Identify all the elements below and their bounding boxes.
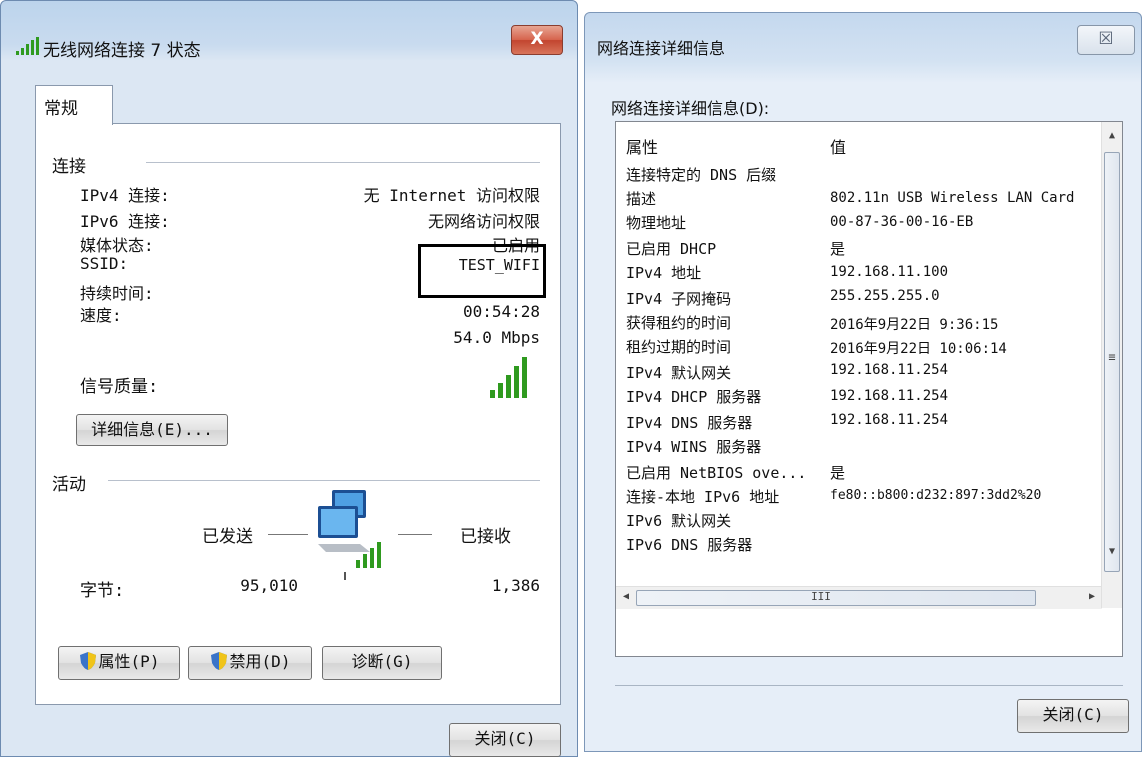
- list-item[interactable]: 租约过期的时间: [626, 336, 731, 357]
- disable-button[interactable]: 禁用(D): [188, 646, 312, 680]
- ssid-label: SSID:: [80, 254, 129, 273]
- list-item-value: 255.255.255.0: [830, 288, 940, 304]
- list-item-value: 是: [830, 464, 846, 482]
- list-item[interactable]: 获得租约的时间: [626, 312, 731, 333]
- activity-header: 活动: [52, 475, 86, 495]
- wifi-signal-icon: [15, 37, 41, 59]
- list-item-value: 00-87-36-00-16-EB: [830, 214, 974, 230]
- list-item[interactable]: IPv4 DNS 服务器: [626, 412, 752, 433]
- details-window-title: 网络连接详细信息: [597, 39, 726, 58]
- media-state-label: 媒体状态:: [80, 236, 154, 255]
- list-item-value: 2016年9月22日 9:36:15: [830, 317, 999, 333]
- vertical-scroll-grip: ≡: [1108, 350, 1116, 364]
- details-list-label: 网络连接详细信息(D):: [611, 99, 770, 118]
- horizontal-scroll-grip: III: [811, 590, 831, 603]
- list-item[interactable]: IPv4 地址: [626, 262, 701, 283]
- details-list[interactable]: 属性 值 连接特定的 DNS 后缀 描述 802.11n USB Wireles…: [615, 121, 1123, 657]
- list-item[interactable]: 连接特定的 DNS 后缀: [626, 164, 776, 185]
- scroll-up-icon[interactable]: ▲: [1102, 130, 1122, 141]
- column-header-value[interactable]: 值: [830, 134, 846, 158]
- signal-label: 信号质量:: [80, 377, 159, 397]
- window-title: 无线网络连接 7 状态: [43, 41, 201, 61]
- list-item[interactable]: IPv6 DNS 服务器: [626, 534, 752, 555]
- speed-value: 54.0 Mbps: [453, 328, 540, 347]
- list-item-value: 192.168.11.254: [830, 412, 949, 428]
- speed-label: 速度:: [80, 306, 122, 325]
- ipv4-label: IPv4 连接:: [80, 186, 170, 205]
- list-item[interactable]: 物理地址: [626, 212, 686, 233]
- scroll-down-icon[interactable]: ▼: [1102, 546, 1122, 557]
- uac-shield-icon: [210, 651, 228, 671]
- duration-value: 00:54:28: [462, 302, 540, 321]
- bytes-label: 字节:: [80, 581, 125, 601]
- general-panel: 连接 IPv4 连接: 无 Internet 访问权限 IPv6 连接: 无网络…: [35, 123, 561, 705]
- details-window: 网络连接详细信息 ☒ 网络连接详细信息(D): 属性 值 连接特定的 DNS 后…: [584, 12, 1142, 752]
- signal-quality-icon: [490, 356, 532, 404]
- list-item[interactable]: 已启用 DHCP: [626, 238, 716, 259]
- list-item-value: 192.168.11.254: [830, 362, 949, 378]
- ipv4-value: 无 Internet 访问权限: [363, 186, 540, 205]
- network-computers-icon: [312, 488, 392, 584]
- bytes-received: 1,386: [491, 576, 540, 595]
- connection-header: 连接: [52, 157, 86, 177]
- horizontal-scrollbar[interactable]: ◀ III ▶: [616, 586, 1102, 609]
- ssid-highlight-box: [418, 244, 546, 298]
- list-item[interactable]: IPv4 DHCP 服务器: [626, 386, 761, 407]
- close-icon[interactable]: ☒: [1077, 25, 1135, 55]
- properties-button[interactable]: 属性(P): [58, 646, 180, 680]
- diagnose-button[interactable]: 诊断(G): [322, 646, 442, 680]
- duration-label: 持续时间:: [80, 284, 154, 303]
- list-item-value: 2016年9月22日 10:06:14: [830, 341, 1007, 357]
- ipv6-value: 无网络访问权限: [427, 212, 540, 231]
- uac-shield-icon: [79, 651, 97, 671]
- column-header-property[interactable]: 属性: [626, 134, 658, 158]
- list-item[interactable]: IPv6 默认网关: [626, 510, 731, 531]
- list-item[interactable]: IPv4 WINS 服务器: [626, 436, 761, 457]
- bytes-sent: 95,010: [240, 576, 298, 595]
- tab-general[interactable]: 常规: [35, 85, 113, 125]
- status-close-button[interactable]: 关闭(C): [449, 723, 561, 757]
- list-item-value: fe80::b800:d232:897:3dd2%20: [830, 488, 1042, 503]
- list-item-value: 192.168.11.254: [830, 388, 949, 404]
- list-item[interactable]: IPv4 子网掩码: [626, 288, 731, 309]
- close-icon[interactable]: X: [511, 25, 563, 55]
- received-label: 已接收: [460, 527, 511, 547]
- list-item-value: 802.11n USB Wireless LAN Card: [830, 190, 1075, 206]
- details-close-button[interactable]: 关闭(C): [1017, 699, 1129, 733]
- vertical-scrollbar[interactable]: ▲ ≡: [1101, 122, 1122, 586]
- disable-label: 禁用(D): [229, 652, 291, 671]
- list-item[interactable]: 已启用 NetBIOS ove...: [626, 462, 806, 483]
- properties-label: 属性(P): [98, 652, 160, 671]
- scroll-left-icon[interactable]: ◀: [620, 591, 632, 602]
- list-item-value: 192.168.11.100: [830, 264, 949, 280]
- list-item[interactable]: IPv4 默认网关: [626, 362, 731, 383]
- list-item[interactable]: 连接-本地 IPv6 地址: [626, 486, 779, 507]
- list-item-value: 是: [830, 240, 846, 258]
- scroll-down-area: ▼: [1101, 546, 1122, 608]
- status-window: 无线网络连接 7 状态 X 常规 连接 IPv4 连接: 无 Internet …: [0, 0, 578, 757]
- scroll-right-icon[interactable]: ▶: [1086, 591, 1098, 602]
- horizontal-scroll-thumb[interactable]: [636, 590, 1036, 606]
- details-button[interactable]: 详细信息(E)...: [76, 414, 228, 446]
- ipv6-label: IPv6 连接:: [80, 212, 170, 231]
- list-item[interactable]: 描述: [626, 188, 656, 209]
- sent-label: 已发送: [202, 527, 253, 547]
